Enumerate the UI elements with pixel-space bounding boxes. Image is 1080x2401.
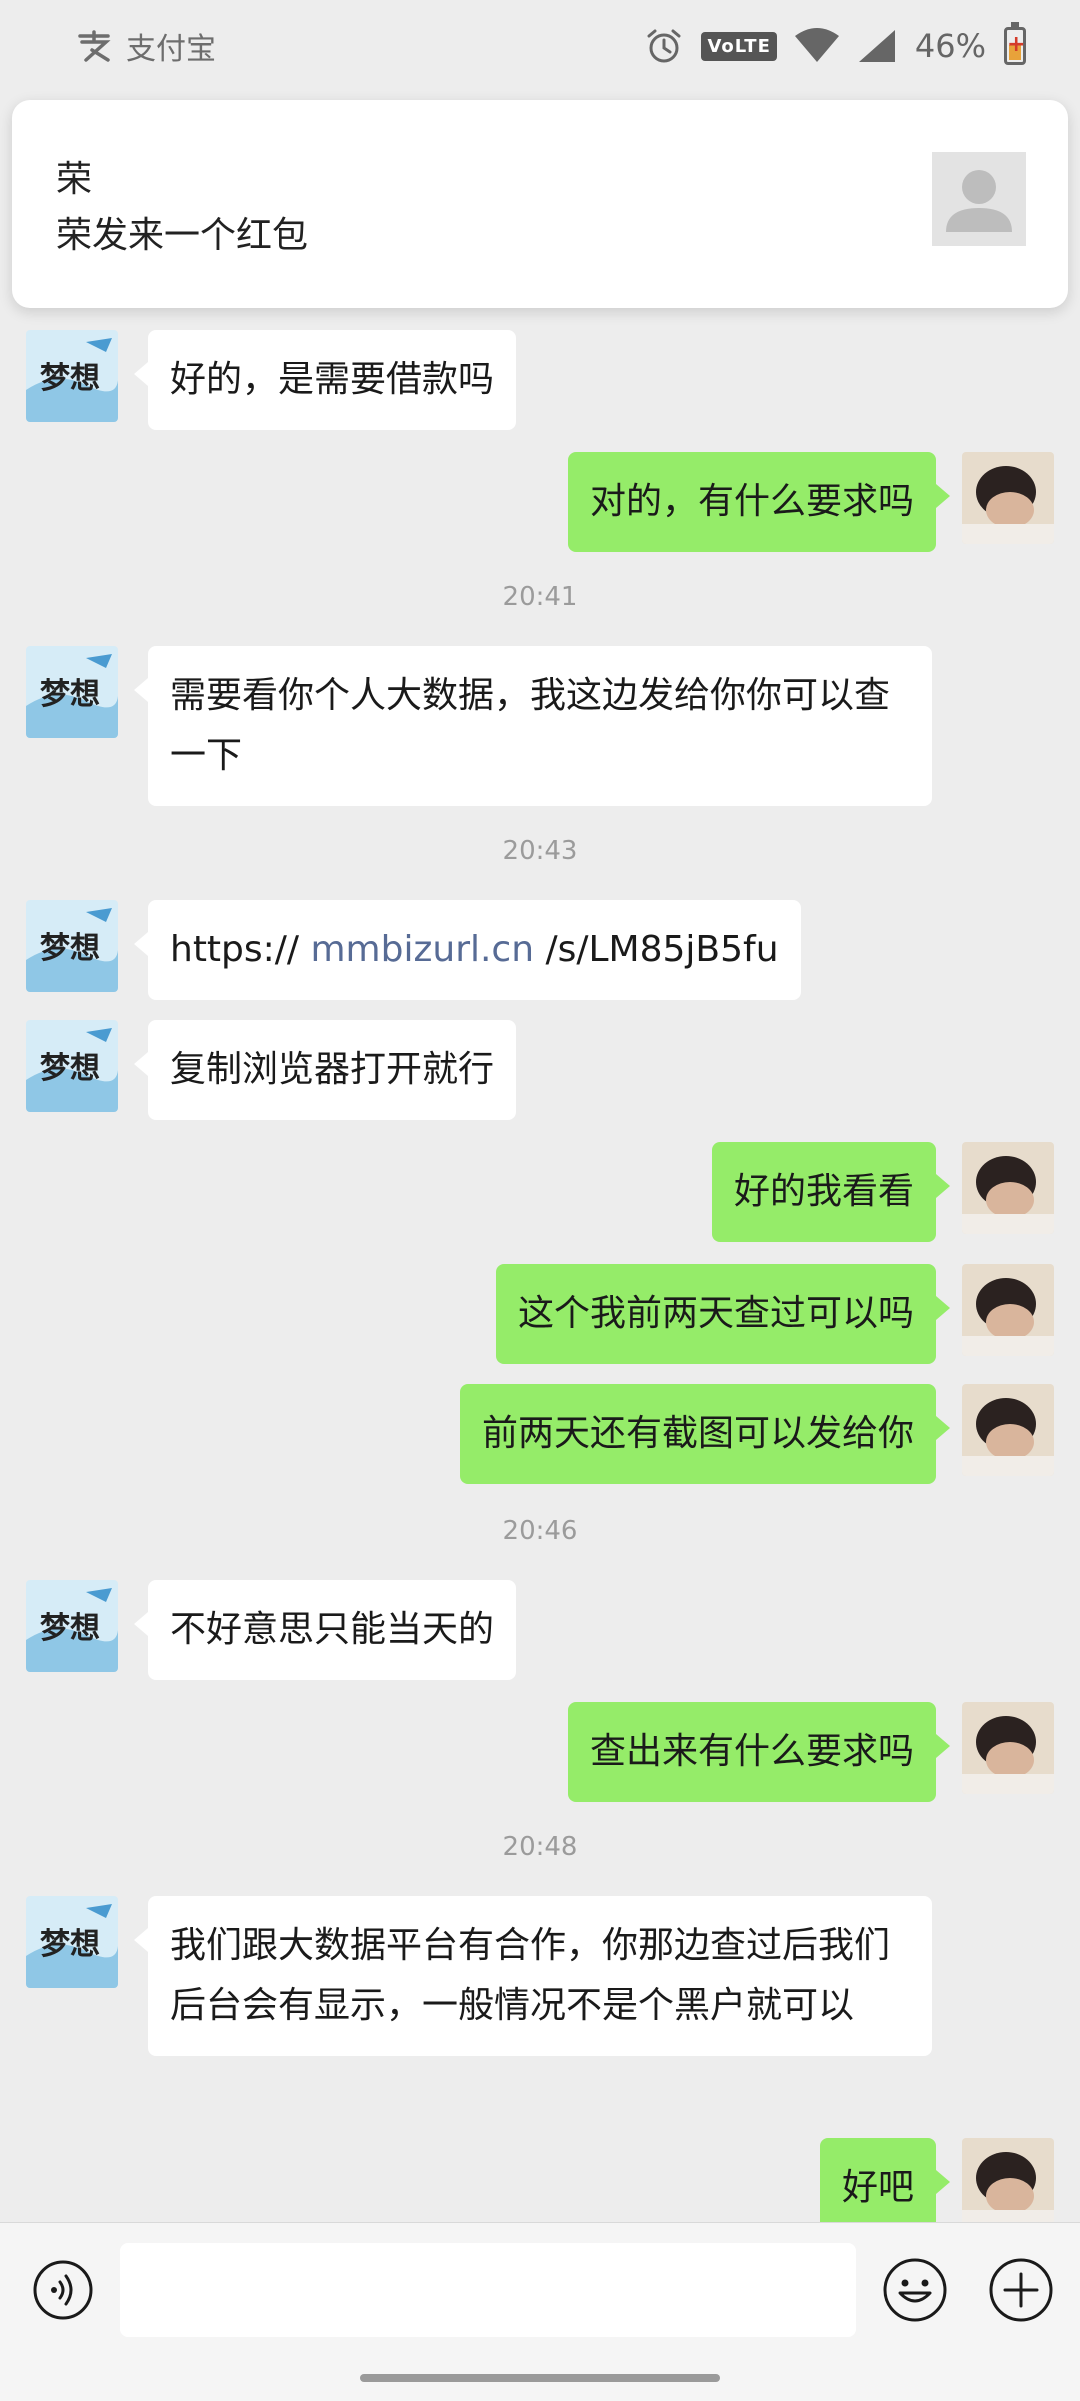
link-prefix: https:// (170, 929, 311, 970)
my-avatar[interactable] (962, 1142, 1054, 1234)
notification-text: 荣发来一个红包 (56, 215, 309, 256)
incoming-message[interactable]: 不好意思只能当天的 (133, 1580, 517, 1680)
signal-icon (858, 30, 895, 62)
svg-text:梦想: 梦想 (40, 1928, 100, 1961)
incoming-link-message[interactable]: https:// mmbizurl.cn /s/LM85jB5fu (134, 900, 801, 1000)
timestamp: 20:48 (502, 1832, 578, 1862)
status-bar: 支付宝 VoLTE 46% + (0, 0, 1080, 92)
contact-avatar[interactable]: 梦想 (26, 646, 118, 738)
outgoing-message[interactable]: 好吧 (819, 2138, 951, 2222)
outgoing-message[interactable]: 对的，有什么要求吗 (567, 452, 951, 552)
svg-text:梦想: 梦想 (40, 678, 100, 711)
incoming-message[interactable]: 好的，是需要借款吗 (133, 330, 517, 430)
message-input[interactable] (120, 2243, 856, 2337)
my-avatar[interactable] (962, 452, 1054, 544)
timestamp: 20:46 (502, 1516, 578, 1546)
outgoing-message[interactable]: 前两天还有截图可以发给你 (459, 1384, 951, 1484)
my-avatar[interactable] (962, 1384, 1054, 1476)
alarm-icon (647, 29, 681, 63)
emoji-icon (883, 2258, 947, 2322)
svg-text:梦想: 梦想 (40, 1052, 100, 1085)
url-link[interactable]: mmbizurl.cn (310, 929, 534, 970)
my-avatar[interactable] (962, 1702, 1054, 1794)
incoming-message[interactable]: 我们跟大数据平台有合作，你那边查过后我们后台会有显示，一般情况不是个黑户就可以 (134, 1896, 932, 2056)
svg-text:梦想: 梦想 (40, 1612, 100, 1645)
link-suffix: /s/LM85jB5fu (534, 929, 779, 970)
status-app-indicator: 支付宝 (76, 22, 216, 70)
svg-text:梦想: 梦想 (40, 932, 100, 965)
volte-badge: VoLTE (701, 31, 777, 61)
emoji-button[interactable] (882, 2257, 948, 2323)
battery-icon: + (1004, 22, 1026, 65)
home-indicator[interactable] (360, 2374, 720, 2382)
timestamp: 20:41 (502, 582, 578, 612)
message-notification[interactable]: 荣 荣发来一个红包 (12, 100, 1068, 308)
default-avatar-icon (946, 170, 1012, 232)
incoming-message[interactable]: 复制浏览器打开就行 (133, 1020, 517, 1120)
alipay-icon (78, 30, 111, 62)
contact-avatar[interactable]: 梦想 (26, 1896, 118, 1988)
outgoing-message[interactable]: 好的我看看 (711, 1142, 951, 1242)
chat-message-list[interactable]: 梦想 好的，是需要借款吗 对的，有什么要求吗 20:41 梦想 需要看你个人大数… (0, 312, 1080, 2222)
more-button[interactable] (988, 2257, 1054, 2323)
voice-icon (33, 2260, 93, 2320)
voice-button[interactable] (32, 2259, 94, 2321)
my-avatar[interactable] (962, 1264, 1054, 1356)
incoming-message[interactable]: 需要看你个人大数据，我这边发给你你可以查一下 (134, 646, 932, 806)
notification-avatar (932, 152, 1026, 246)
plus-icon (989, 2258, 1053, 2322)
outgoing-message[interactable]: 查出来有什么要求吗 (567, 1702, 951, 1802)
wifi-icon (794, 28, 839, 62)
contact-avatar[interactable]: 梦想 (26, 1020, 118, 1112)
status-app-name: 支付宝 (126, 32, 216, 67)
my-avatar[interactable] (962, 2138, 1054, 2222)
svg-text:梦想: 梦想 (40, 362, 100, 395)
notification-sender: 荣 (56, 159, 93, 200)
contact-avatar[interactable]: 梦想 (26, 1580, 118, 1672)
timestamp: 20:43 (502, 836, 578, 866)
contact-avatar[interactable]: 梦想 (26, 900, 118, 992)
outgoing-message[interactable]: 这个我前两天查过可以吗 (495, 1264, 951, 1364)
battery-percent: 46% (914, 27, 986, 65)
contact-avatar[interactable]: 梦想 (26, 330, 118, 422)
